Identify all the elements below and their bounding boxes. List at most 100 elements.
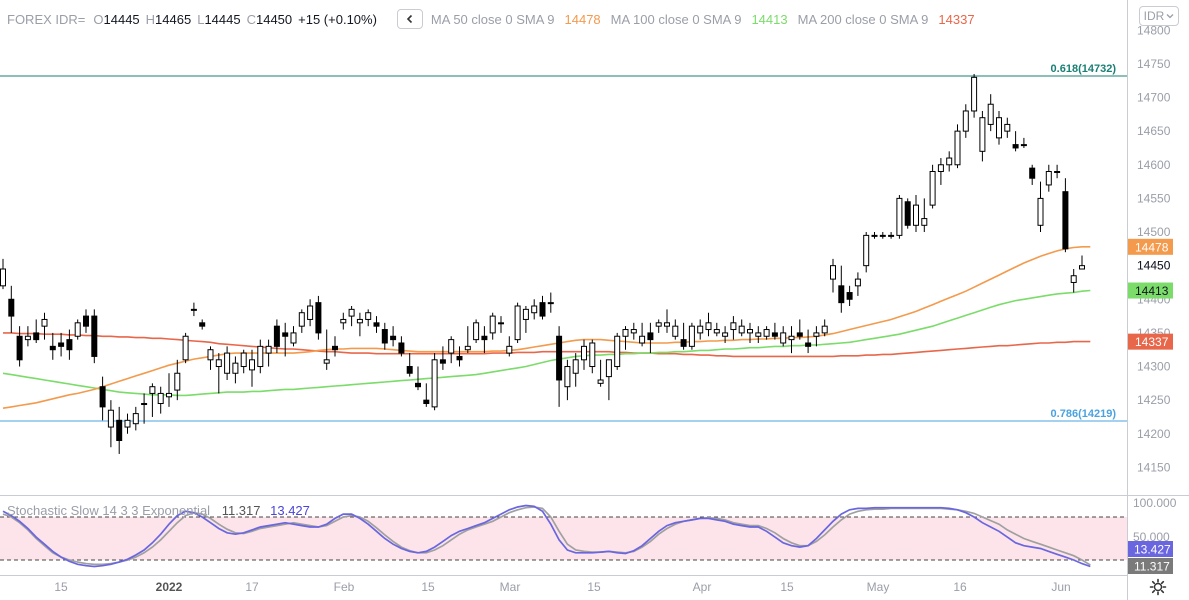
candle-body <box>846 292 853 300</box>
candle-body <box>448 339 455 354</box>
candle-body <box>390 335 397 341</box>
candle-body <box>323 359 330 364</box>
candle <box>929 164 936 209</box>
candle-body <box>415 382 421 388</box>
time-tick-7: Apr <box>693 580 712 594</box>
candle-body <box>473 322 480 341</box>
candle-body <box>1029 167 1036 179</box>
candle-body <box>1079 265 1085 270</box>
candle-body <box>33 332 40 341</box>
candle-body <box>954 130 961 166</box>
candle-body <box>398 342 405 354</box>
candle-body <box>747 329 753 334</box>
candle-body <box>664 322 670 327</box>
candle-body <box>962 110 969 132</box>
price-label-0: 14478 <box>1135 240 1169 254</box>
time-tick-3: Feb <box>334 580 355 594</box>
candle-body <box>830 265 836 280</box>
candle-body <box>348 308 355 317</box>
candle-body <box>796 332 803 337</box>
stochastic-d-value: 13.427 <box>270 503 310 518</box>
collapse-legend-button[interactable] <box>396 9 423 29</box>
candle-body <box>705 322 712 331</box>
stochastic-header: Stochastic Slow 14 3 3 Exponential 11.31… <box>7 503 310 518</box>
candle-body <box>697 325 704 334</box>
candle-body <box>340 318 347 324</box>
candle-body <box>996 117 1002 139</box>
candle-body <box>722 332 729 337</box>
candle-body <box>929 170 936 206</box>
candle-body <box>49 345 56 351</box>
candle-body <box>224 352 231 374</box>
candle-body <box>506 345 513 354</box>
candle-body <box>672 325 679 337</box>
candle-body <box>904 201 911 226</box>
price-label-1: 14413 <box>1135 284 1169 298</box>
candle-body <box>879 234 886 237</box>
candle-body <box>157 392 164 405</box>
gear-icon[interactable] <box>1149 578 1167 596</box>
candle-body <box>199 322 206 327</box>
currency-button[interactable]: IDR <box>1139 6 1179 26</box>
candle-body <box>821 325 828 334</box>
candle-body <box>514 305 521 341</box>
candle-body <box>1045 170 1052 186</box>
symbol-name: FOREX IDR= <box>7 11 86 27</box>
candle-body <box>614 335 621 368</box>
candle <box>688 322 695 350</box>
candle-body <box>41 318 48 327</box>
candle-body <box>365 312 372 320</box>
candle-body <box>805 342 812 347</box>
candle-body <box>91 315 98 357</box>
candle-body <box>763 329 770 337</box>
candle-body <box>522 308 529 320</box>
time-axis: 15 2022 17 Feb 15 Mar 15 Apr 15 May 16 Jun <box>54 580 1070 594</box>
candle-body <box>838 285 845 304</box>
candle-body <box>630 329 637 334</box>
candle-body <box>655 322 662 327</box>
ma100-label: MA 100 close 0 SMA 9 <box>610 11 742 27</box>
candle-body <box>1054 170 1061 173</box>
candle <box>514 302 521 343</box>
candle-body <box>730 322 737 331</box>
candle <box>954 124 961 169</box>
price-tick-11: 14250 <box>1137 393 1171 407</box>
candle <box>971 73 978 118</box>
change-value: +15 (+0.10%) <box>298 11 377 27</box>
candle-body <box>987 103 994 125</box>
candle-body <box>83 315 89 327</box>
ma50-label: MA 50 close 0 SMA 9 <box>430 11 555 27</box>
candle-body <box>124 419 131 428</box>
price-tick-4: 14600 <box>1137 158 1171 172</box>
stoch-tick-0: 100.000 <box>1133 496 1177 510</box>
candle-body <box>315 302 322 334</box>
candle-body <box>406 366 413 374</box>
candle-body <box>249 359 255 371</box>
time-tick-1: 2022 <box>156 580 183 594</box>
candle-body <box>332 345 338 351</box>
candle-body <box>589 342 596 368</box>
stochastic-k-value: 11.317 <box>221 503 261 518</box>
ma200-label: MA 200 close 0 SMA 9 <box>797 11 929 27</box>
candle-body <box>58 342 65 347</box>
time-tick-10: 16 <box>953 580 967 594</box>
candle-body <box>481 335 488 341</box>
candle-body <box>971 76 978 112</box>
time-tick-8: 15 <box>780 580 794 594</box>
candle-body <box>1070 275 1077 283</box>
candle-body <box>647 332 654 341</box>
low-value: 14445 <box>204 11 241 27</box>
candle-body <box>937 164 944 172</box>
candle-body <box>66 339 73 351</box>
candle-body <box>273 325 280 347</box>
candle-body <box>713 329 720 334</box>
candle-body <box>182 335 189 361</box>
candle-body <box>0 268 6 287</box>
candle-body <box>290 332 297 344</box>
candle-body <box>1037 197 1044 226</box>
candle-body <box>215 359 222 368</box>
chevron-left-icon <box>406 14 412 24</box>
fib-label-0: 0.618(14732) <box>1051 63 1117 75</box>
price-tick-12: 14200 <box>1137 427 1171 441</box>
time-tick-0: 15 <box>54 580 68 594</box>
